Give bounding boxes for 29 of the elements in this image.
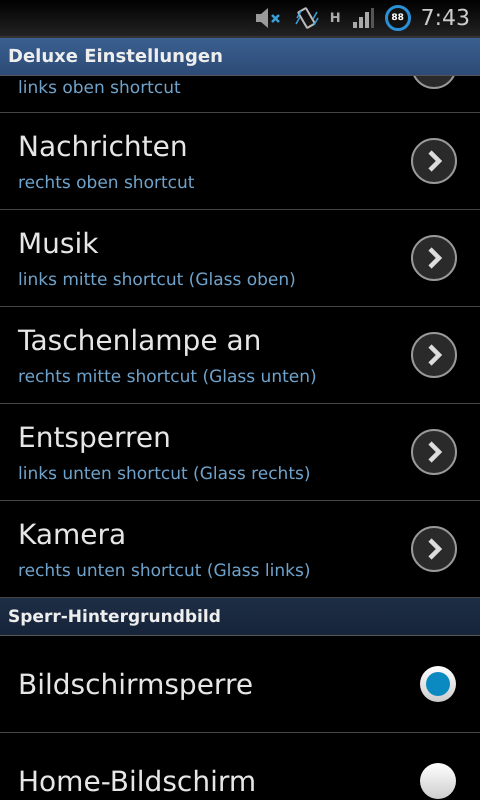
item-subtitle: rechts unten shortcut (Glass links) [18,560,310,580]
item-subtitle: links oben shortcut [18,78,181,98]
item-title: Taschenlampe an [18,324,262,356]
list-item[interactable]: Musik links mitte shortcut (Glass oben) [0,210,480,307]
item-title: Nachrichten [18,130,189,162]
list-item[interactable]: Bildschirmsperre [0,636,480,733]
item-title: Kamera [18,518,128,550]
vibrate-icon [294,6,320,30]
item-subtitle: links mitte shortcut (Glass oben) [18,270,296,290]
item-subtitle: links unten shortcut (Glass rechts) [18,464,310,484]
section-header: Deluxe Einstellungen [0,38,480,76]
signal-icon [350,6,375,30]
battery-indicator: 88 [384,5,411,31]
list-item[interactable]: Entsperren links unten shortcut (Glass rechts) [0,404,480,501]
network-type: H [330,10,341,26]
item-subtitle: rechts oben shortcut [18,172,194,192]
radio-button[interactable] [418,664,458,704]
item-subtitle: rechts mitte shortcut (Glass unten) [18,366,317,386]
list-item[interactable]: links oben shortcut [0,76,480,113]
list-item[interactable]: Home-Bildschirm [0,733,480,800]
list-item[interactable]: Nachrichten rechts oben shortcut [0,113,480,210]
section-header: Sperr-Hintergrundbild [0,598,480,636]
clock: 7:43 [420,6,470,30]
item-title: Bildschirmsperre [18,668,254,700]
list-item[interactable]: Taschenlampe an rechts mitte shortcut (Glass unten) [0,307,480,404]
item-title: Entsperren [18,420,172,454]
item-title: Home-Bildschirm [18,764,256,798]
item-title: Musik [18,226,100,260]
radio-button[interactable] [418,761,458,800]
